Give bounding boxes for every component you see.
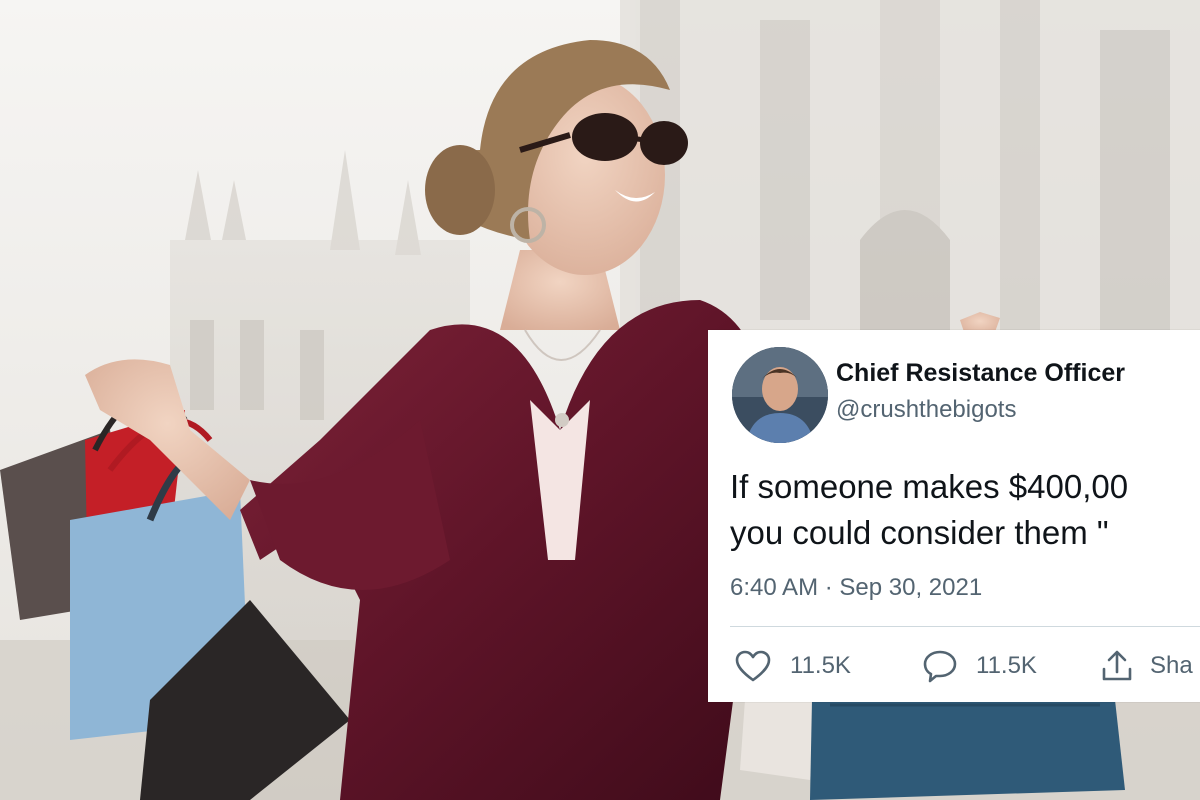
display-name[interactable]: Chief Resistance Officer — [836, 359, 1125, 388]
share-upload-icon — [1100, 649, 1134, 683]
background-photo: Chief Resistance Officer @crushthebigots… — [0, 0, 1200, 800]
share-label: Sha — [1150, 652, 1193, 679]
divider — [730, 626, 1200, 627]
like-count: 11.5K — [790, 652, 851, 679]
tweet-card[interactable]: Chief Resistance Officer @crushthebigots… — [708, 330, 1200, 702]
profile-photo — [732, 347, 828, 443]
tweet-text: If someone makes $400,00 you could consi… — [730, 464, 1128, 556]
share-button[interactable]: Sha — [1100, 648, 1193, 684]
reply-count: 11.5K — [976, 652, 1037, 679]
tweet-text-line-1: If someone makes $400,00 — [730, 468, 1129, 505]
reply-button[interactable]: 11.5K — [922, 648, 1037, 684]
avatar[interactable] — [732, 347, 828, 443]
tweet-text-line-2: you could consider them " — [730, 514, 1109, 551]
heart-icon — [734, 649, 772, 683]
like-button[interactable]: 11.5K — [734, 648, 851, 684]
user-handle[interactable]: @crushthebigots — [836, 396, 1016, 424]
tweet-timestamp[interactable]: 6:40 AM · Sep 30, 2021 — [730, 574, 982, 602]
comment-bubble-icon — [922, 649, 958, 683]
